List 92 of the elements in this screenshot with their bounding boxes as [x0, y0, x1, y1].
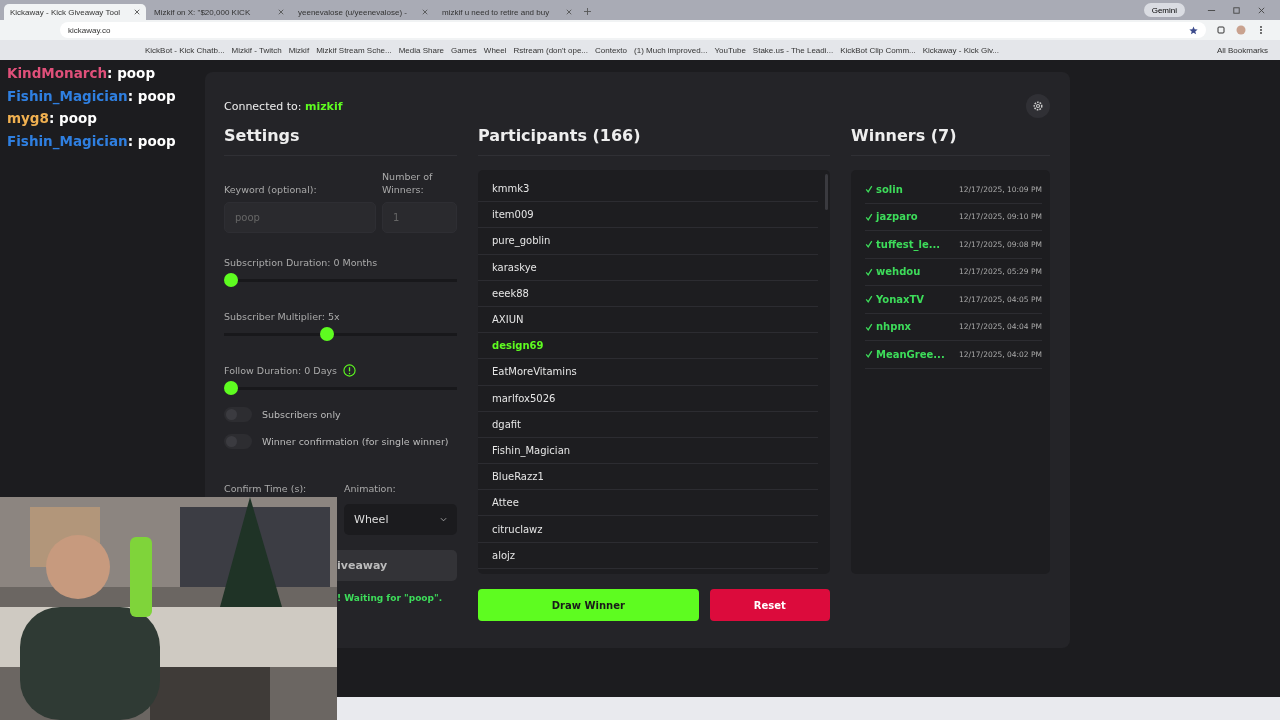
bookmark[interactable]: KickBot - Kick Chatb...: [145, 45, 225, 55]
all-bookmarks[interactable]: All Bookmarks: [1216, 45, 1268, 55]
participant-name[interactable]: AXIUN: [492, 314, 524, 326]
connection-status: Connected to: mizkif: [224, 99, 343, 113]
check-icon: [865, 267, 873, 276]
winner-name: nhpnx: [876, 321, 912, 333]
slider-thumb[interactable]: [224, 273, 238, 287]
close-icon[interactable]: [1257, 5, 1266, 15]
winner-name: wehdou: [876, 266, 922, 278]
star-icon[interactable]: [1189, 25, 1198, 35]
gemini-button[interactable]: Gemini: [1143, 3, 1185, 17]
chat-message: myg8: poop: [7, 109, 98, 128]
winners-count-field[interactable]: 1: [382, 202, 457, 233]
participant-name[interactable]: Attee: [492, 497, 519, 509]
browser-tab[interactable]: mizkif u need to retire and buy: [436, 4, 578, 20]
participant-name[interactable]: karaskye: [492, 261, 537, 273]
close-icon[interactable]: [278, 9, 284, 15]
toggle-switch[interactable]: [224, 434, 252, 449]
bookmark[interactable]: YouTube: [714, 45, 746, 55]
restore-icon[interactable]: [1232, 5, 1241, 15]
participant-name[interactable]: EatMoreVitamins: [492, 366, 577, 378]
check-icon: [865, 350, 873, 359]
browser-tab[interactable]: yeenevalose (u/yeenevalose) -: [292, 4, 434, 20]
bookmark[interactable]: Mizkif - Twitch: [231, 45, 282, 55]
winner-name: solin: [876, 183, 904, 195]
participant-name[interactable]: eeek88: [492, 287, 529, 299]
slider-thumb[interactable]: [224, 381, 238, 395]
check-icon: [865, 212, 873, 221]
chat-message: Fishin_Magician: poop: [7, 131, 176, 152]
winner-name: tuffest_le...: [876, 238, 942, 250]
winner-name: YonaxTV: [876, 293, 926, 305]
bookmark[interactable]: Contexto: [595, 45, 628, 55]
participant-name[interactable]: alojz: [492, 549, 516, 561]
close-icon[interactable]: [422, 9, 428, 15]
bookmark[interactable]: KickBot Clip Comm...: [840, 45, 916, 55]
slider-label: Subscriber Multiplier: 5x: [224, 310, 340, 322]
toggle-switch[interactable]: [224, 407, 252, 422]
field-label: Keyword (optional):: [224, 183, 318, 196]
address-field[interactable]: kickaway.co: [60, 22, 1206, 38]
bookmark[interactable]: Mizkif: [288, 45, 310, 55]
bookmark[interactable]: Mizkif Stream Sche...: [316, 45, 392, 55]
section-title: Winners (7): [851, 126, 1050, 156]
participant-name[interactable]: BlueRazz1: [492, 471, 544, 483]
check-icon: [865, 295, 873, 304]
bookmark[interactable]: Stake.us - The Leadi...: [752, 45, 834, 55]
slider-label: Follow Duration: 0 Days: [224, 364, 338, 376]
participant-name[interactable]: kmmk3: [492, 183, 530, 195]
close-icon[interactable]: [134, 9, 140, 15]
bookmark[interactable]: Games: [451, 45, 477, 55]
bookmark[interactable]: Rstream (don't ope...: [513, 45, 588, 55]
settings-button[interactable]: [1026, 94, 1050, 118]
gear-icon[interactable]: [1032, 100, 1044, 112]
participant-name[interactable]: Fishin_Magician: [492, 444, 571, 456]
browser-tab[interactable]: Mizkif on X: "$20,000 KICK: [148, 4, 290, 20]
status-message: ! Waiting for "poop".: [337, 593, 444, 603]
section-title: Participants (166): [478, 126, 830, 156]
caret-icon[interactable]: [440, 517, 447, 522]
participant-name[interactable]: item009: [492, 209, 534, 221]
toggle-label: Subscribers only: [262, 409, 341, 420]
bookmark[interactable]: Wheel: [483, 45, 507, 55]
winner-name: jazparo: [876, 211, 919, 223]
participant-name[interactable]: dgafit: [492, 418, 522, 430]
section-title: Settings: [224, 126, 457, 156]
chat-message: Fishin_Magician: poop: [7, 86, 176, 107]
field-label: Confirm Time (s):: [224, 483, 308, 494]
bookmark[interactable]: Media Share: [398, 45, 445, 55]
participant-name[interactable]: pure_goblin: [492, 235, 551, 247]
check-icon: [865, 240, 873, 249]
new-tab-icon[interactable]: [584, 8, 591, 15]
extensions-icon[interactable]: [1216, 25, 1226, 35]
slider-label: Subscription Duration: 0 Months: [224, 256, 378, 268]
chat-message: KindMonarch: poop: [7, 64, 157, 83]
info-icon: [343, 363, 357, 377]
participant-name[interactable]: marlfox5026: [492, 392, 556, 404]
browser-tab[interactable]: Kickaway - Kick Giveaway Tool: [4, 4, 146, 20]
keyword-field[interactable]: poop: [224, 202, 376, 233]
check-icon: [865, 322, 873, 331]
start-giveaway-button[interactable]: iveaway: [337, 550, 457, 581]
bookmark[interactable]: Kickaway - Kick Giv...: [922, 45, 1000, 55]
close-icon[interactable]: [566, 9, 572, 15]
winner-name: MeanGree...: [876, 348, 946, 360]
participant-name[interactable]: design69: [492, 340, 544, 352]
slider-thumb[interactable]: [320, 327, 335, 341]
check-icon: [865, 185, 873, 194]
field-label: Animation:: [344, 483, 397, 494]
participant-name[interactable]: citruclawz: [492, 523, 543, 535]
toggle-label: Winner confirmation (for single winner): [262, 436, 449, 447]
animation-dropdown[interactable]: Wheel: [344, 504, 457, 535]
reset-button[interactable]: Reset: [709, 589, 830, 621]
bookmark[interactable]: (1) Much improved...: [634, 45, 708, 55]
field-label: Number of Winners:: [382, 170, 434, 196]
draw-winner-button[interactable]: Draw Winner: [478, 589, 699, 621]
